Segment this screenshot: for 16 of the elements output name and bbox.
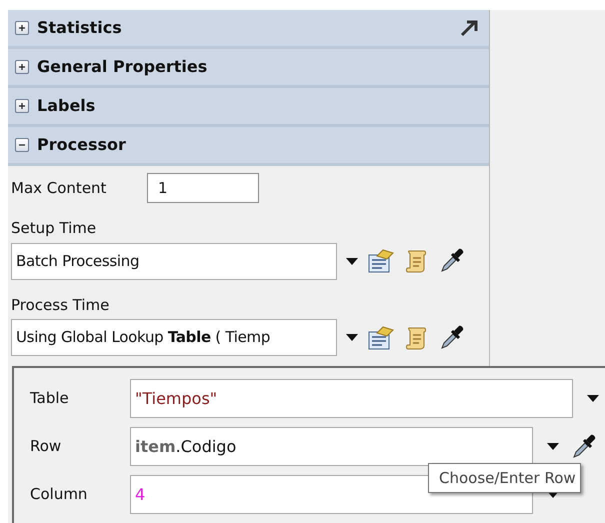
section-header[interactable]: Labels [8, 88, 489, 127]
field-label: Setup Time [11, 218, 98, 239]
field-label: Table [30, 388, 70, 410]
section-header[interactable]: General Properties [8, 49, 489, 88]
tooltip: Choose/Enter Row [428, 463, 581, 493]
section-header[interactable]: Processor [8, 127, 489, 166]
dropdown-field[interactable]: Batch Processing [11, 242, 337, 280]
input-field[interactable]: "Tiempos" [130, 379, 573, 418]
input-field[interactable]: 1 [147, 173, 259, 203]
field-label: Column [30, 484, 88, 506]
field-label: Process Time [11, 294, 110, 316]
dropdown-field[interactable]: Using Global Lookup Table ( Tiemp [11, 319, 337, 356]
section-header[interactable]: Statistics [8, 10, 489, 49]
input-field[interactable]: item.Codigo [130, 427, 533, 466]
field-label: Row [30, 436, 62, 458]
field-label: Max Content [11, 178, 108, 199]
